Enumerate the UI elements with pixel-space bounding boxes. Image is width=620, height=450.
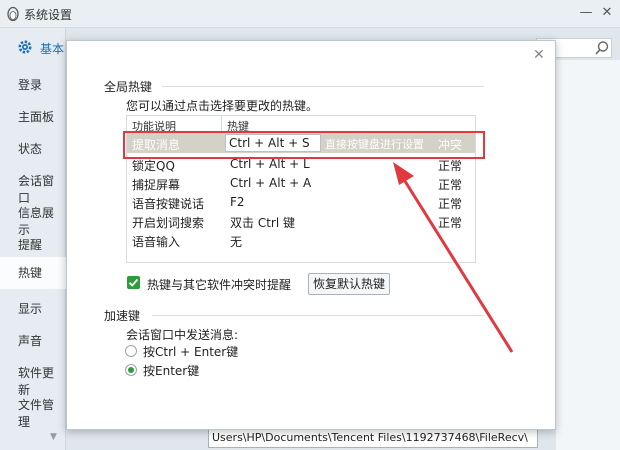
sidebar-basic-label: 基本 [40, 42, 65, 56]
row-status: 正常 [438, 159, 463, 173]
sidebar-header[interactable]: 基本 [0, 28, 66, 66]
sidebar-item-chat-window[interactable]: 会话窗口 [18, 172, 65, 206]
window-title: 系统设置 [24, 8, 73, 22]
send-message-label: 会话窗口中发送消息: [126, 328, 239, 342]
minimize-button[interactable]: — [578, 4, 594, 22]
qq-penguin-icon [7, 6, 19, 22]
close-button[interactable]: ✕ [599, 4, 615, 22]
row-hotkey: Ctrl + Alt + L [230, 157, 310, 171]
dialog-close-icon[interactable]: ✕ [533, 47, 545, 63]
table-row[interactable]: 语音输入 无 [127, 230, 475, 250]
search-icon[interactable] [594, 40, 610, 56]
section-divider [152, 315, 484, 316]
section-divider [162, 86, 484, 87]
row-status: 正常 [438, 216, 463, 230]
sidebar-item-display[interactable]: 显示 [18, 300, 42, 317]
row-function: 开启划词搜索 [132, 216, 205, 230]
enter-label[interactable]: 按Enter键 [143, 362, 199, 379]
sidebar-item-reminders[interactable]: 提醒 [18, 236, 42, 253]
ctrl-enter-label[interactable]: 按Ctrl + Enter键 [143, 343, 238, 360]
column-separator [221, 116, 222, 131]
table-row[interactable]: 开启划词搜索 双击 Ctrl 键 正常 [127, 211, 475, 231]
row-function: 语音输入 [132, 235, 181, 249]
sidebar-item-file-management[interactable]: 文件管理 [18, 396, 65, 430]
row-function: 锁定QQ [132, 159, 175, 173]
table-row[interactable]: 捕捉屏幕 Ctrl + Alt + A 正常 [127, 173, 475, 193]
sidebar-item-hotkeys[interactable]: 热键 [0, 257, 66, 289]
enter-radio[interactable] [125, 364, 137, 376]
global-hotkeys-title: 全局热键 [104, 80, 153, 94]
restore-default-hotkeys-button[interactable]: 恢复默认热键 [308, 273, 390, 295]
row-hotkey: 双击 Ctrl 键 [230, 216, 295, 230]
sidebar-item-login[interactable]: 登录 [18, 76, 42, 93]
gear-icon [18, 40, 32, 54]
accelerator-title: 加速键 [104, 309, 141, 323]
row-status: 正常 [438, 178, 463, 192]
checkmark-icon [128, 278, 139, 287]
chevron-down-icon[interactable]: ▼ [50, 432, 60, 442]
row-hotkey: 无 [230, 235, 243, 249]
sidebar-item-sound[interactable]: 声音 [18, 332, 42, 349]
sidebar-item-status[interactable]: 状态 [18, 140, 42, 157]
title-bar: 系统设置 — ✕ [0, 0, 620, 28]
row-status: 正常 [438, 197, 463, 211]
sidebar-item-main-panel[interactable]: 主面板 [18, 108, 54, 125]
hotkey-dialog: ✕ 全局热键 您可以通过点击选择要更改的热键。 功能说明 热键 提取消息 Ctr… [66, 40, 556, 430]
sidebar-item-info-display[interactable]: 信息展示 [18, 204, 65, 238]
row-function: 捕捉屏幕 [132, 178, 181, 192]
file-path-field[interactable]: Users\HP\Documents\Tencent Files\1192737… [208, 428, 538, 448]
conflict-reminder-label[interactable]: 热键与其它软件冲突时提醒 [147, 276, 291, 293]
row-hotkey: Ctrl + Alt + A [230, 176, 312, 190]
table-row[interactable]: 语音按键说话 F2 正常 [127, 192, 475, 212]
hotkey-hint: 您可以通过点击选择要更改的热键。 [126, 99, 319, 113]
background-panel [556, 60, 620, 450]
conflict-reminder-checkbox[interactable] [127, 276, 140, 289]
ctrl-enter-radio[interactable] [125, 345, 137, 357]
settings-sidebar: 基本 登录 主面板 状态 会话窗口 信息展示 提醒 热键 显示 声音 软件更新 … [0, 28, 66, 450]
row-hotkey: F2 [230, 195, 245, 209]
row-function: 语音按键说话 [132, 197, 205, 211]
sidebar-item-software-update[interactable]: 软件更新 [18, 364, 65, 398]
highlight-box [123, 131, 485, 159]
